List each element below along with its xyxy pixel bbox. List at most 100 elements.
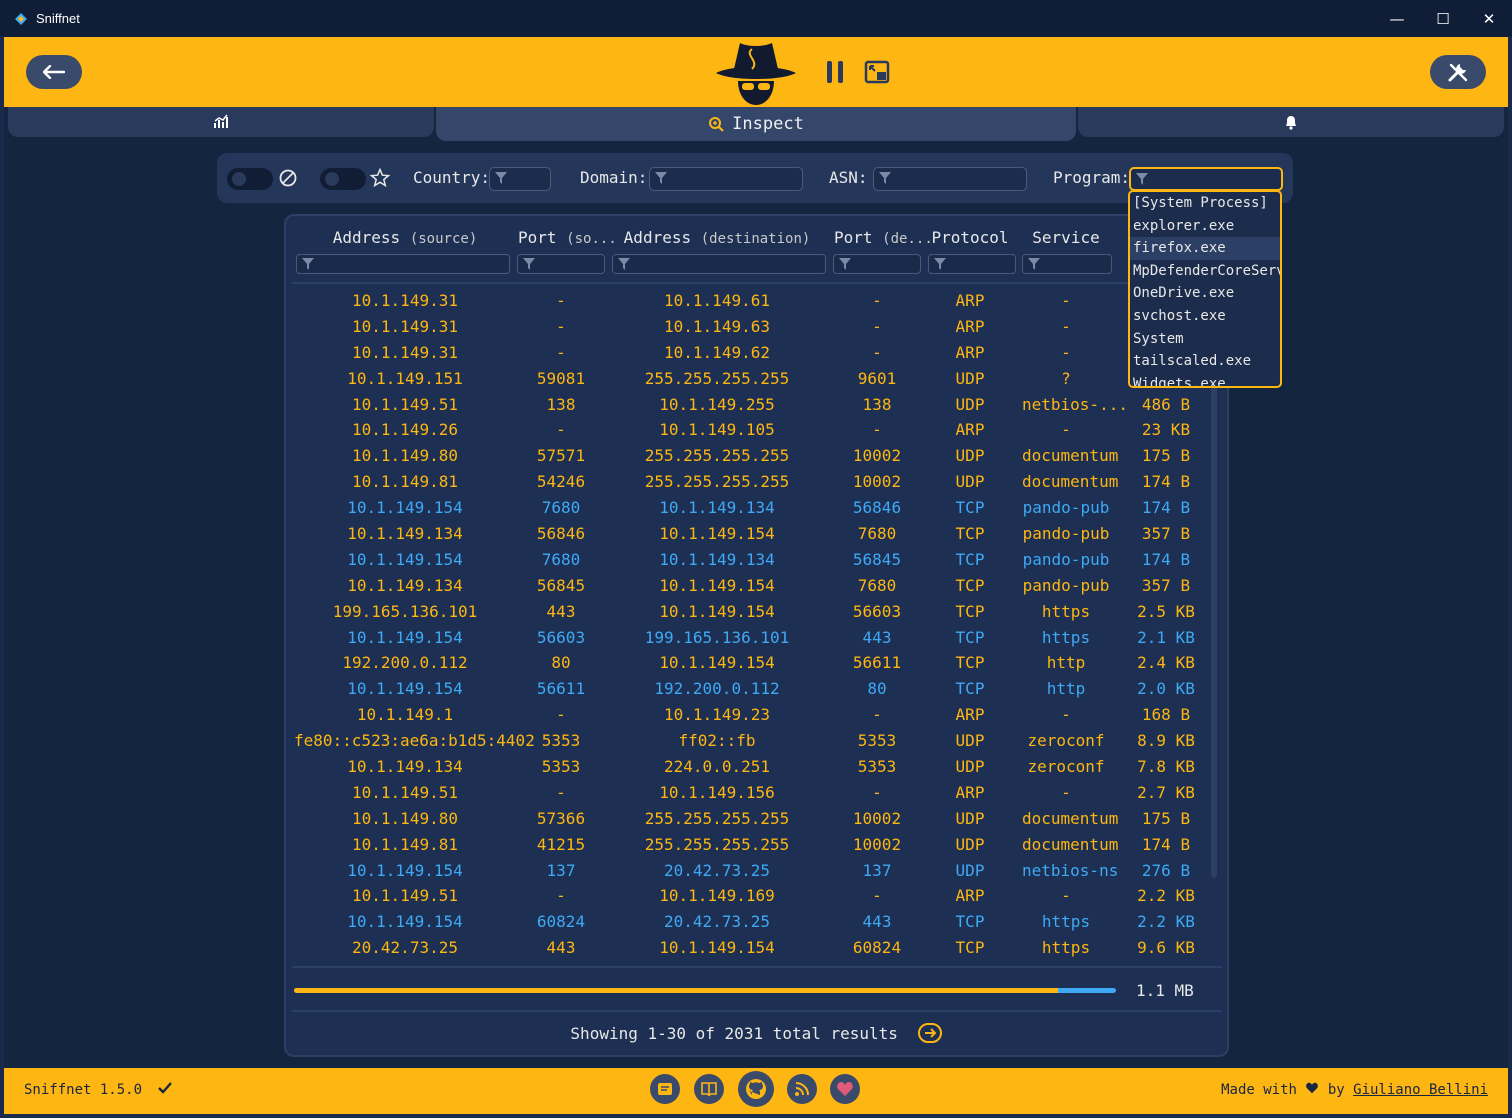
- destination-port-filter[interactable]: [833, 254, 921, 274]
- program-option[interactable]: [System Process]: [1130, 192, 1280, 215]
- table-row[interactable]: 10.1.149.31 - 10.1.149.63 - ARP -: [286, 314, 1226, 340]
- asn-filter-input[interactable]: [873, 167, 1027, 191]
- pause-icon[interactable]: [822, 59, 848, 85]
- source-address-filter[interactable]: [296, 254, 510, 274]
- country-filter-input[interactable]: [489, 167, 551, 191]
- window-title: Sniffnet: [36, 11, 80, 26]
- column-header-service[interactable]: Service: [1022, 228, 1110, 247]
- destination-address-filter[interactable]: [612, 254, 826, 274]
- program-label: Program:: [1053, 168, 1131, 187]
- sponsor-heart-icon[interactable]: [830, 1074, 860, 1104]
- wiki-icon[interactable]: [694, 1074, 724, 1104]
- cell-data-size: 23 KB: [1141, 420, 1191, 440]
- next-page-button[interactable]: [917, 1022, 942, 1043]
- cell-service: pando-pub: [1022, 575, 1110, 595]
- table-row[interactable]: 10.1.149.1 - 10.1.149.23 - ARP - 168 B: [286, 702, 1226, 728]
- cell-source-address: 10.1.149.81: [352, 834, 458, 854]
- magnifier-icon: [709, 117, 724, 132]
- table-row[interactable]: 10.1.149.154 7680 10.1.149.134 56845 TCP pand…: [286, 547, 1226, 573]
- table-row[interactable]: 10.1.149.134 5353 224.0.0.251 5353 UDP zeroco…: [286, 754, 1226, 780]
- source-port-filter[interactable]: [517, 254, 605, 274]
- table-row[interactable]: 192.200.0.112 80 10.1.149.154 56611 TCP http 2…: [286, 650, 1226, 676]
- github-icon[interactable]: [738, 1071, 774, 1107]
- program-option[interactable]: firefox.exe: [1130, 237, 1280, 260]
- minimize-button[interactable]: —: [1374, 0, 1420, 37]
- program-option[interactable]: OneDrive.exe: [1130, 282, 1280, 305]
- cell-source-address: 10.1.149.31: [352, 342, 458, 362]
- cell-protocol: ARP: [955, 342, 985, 362]
- cell-service: https: [1041, 601, 1091, 621]
- cell-protocol: ARP: [955, 886, 985, 906]
- table-row[interactable]: 10.1.149.154 7680 10.1.149.134 56846 TCP pand…: [286, 495, 1226, 521]
- maximize-button[interactable]: ☐: [1420, 0, 1466, 37]
- table-row[interactable]: 10.1.149.51 138 10.1.149.255 138 UDP netbios-…: [286, 392, 1226, 418]
- tab-overview[interactable]: [8, 107, 434, 137]
- funnel-icon: [839, 258, 851, 270]
- cell-source-address: 10.1.149.154: [347, 679, 463, 699]
- tab-inspect[interactable]: Inspect: [436, 107, 1076, 141]
- program-option[interactable]: svchost.exe: [1130, 305, 1280, 328]
- news-icon[interactable]: [650, 1074, 680, 1104]
- table-row[interactable]: 199.165.136.101 443 10.1.149.154 56603 TCP ht…: [286, 599, 1226, 625]
- table-row[interactable]: 10.1.149.81 54246 255.255.255.255 10002 UDP d…: [286, 469, 1226, 495]
- column-header-destination-port[interactable]: Port (de...: [834, 228, 933, 247]
- table-row[interactable]: 10.1.149.154 137 20.42.73.25 137 UDP netbios-…: [286, 858, 1226, 884]
- table-row[interactable]: 10.1.149.51 - 10.1.149.169 - ARP - 2.2 KB: [286, 883, 1226, 909]
- table-row[interactable]: 10.1.149.51 - 10.1.149.156 - ARP - 2.7 KB: [286, 780, 1226, 806]
- program-option[interactable]: explorer.exe: [1130, 215, 1280, 238]
- cell-data-size: 175 B: [1141, 446, 1191, 466]
- cell-service: pando-pub: [1022, 498, 1110, 518]
- rss-icon[interactable]: [787, 1074, 817, 1104]
- back-button[interactable]: [26, 55, 82, 89]
- domain-filter-input[interactable]: [649, 167, 803, 191]
- thumbnail-icon[interactable]: [864, 59, 890, 85]
- table-row[interactable]: 10.1.149.31 - 10.1.149.62 - ARP -: [286, 340, 1226, 366]
- table-row[interactable]: 10.1.149.151 59081 255.255.255.255 9601 UDP?: [286, 366, 1226, 392]
- program-option[interactable]: Widgets.exe: [1130, 373, 1280, 386]
- column-header-source-address[interactable]: Address (source): [294, 228, 516, 247]
- column-header-source-port[interactable]: Port (so...: [518, 228, 617, 247]
- cell-destination-port: -: [872, 291, 882, 310]
- table-row[interactable]: 10.1.149.134 56846 10.1.149.154 7680 TCP pand…: [286, 521, 1226, 547]
- table-row[interactable]: 10.1.149.26 - 10.1.149.105 - ARP - 23 KB: [286, 417, 1226, 443]
- table-row[interactable]: fe80::c523:ae6a:b1d5:4402 5353 ff02::fb 535…: [286, 728, 1226, 754]
- table-row[interactable]: 10.1.149.31 - 10.1.149.61 - ARP -: [286, 288, 1226, 314]
- column-header-protocol[interactable]: Protocol: [928, 228, 1012, 247]
- blacklist-toggle[interactable]: [227, 168, 273, 190]
- cell-protocol: UDP: [955, 731, 985, 751]
- author-link[interactable]: Giuliano Bellini: [1353, 1082, 1488, 1098]
- cell-source-port: 54246: [536, 472, 586, 492]
- cell-protocol: TCP: [955, 627, 985, 647]
- table-row[interactable]: 20.42.73.25 443 10.1.149.154 60824 TCP https 9…: [286, 935, 1226, 961]
- cell-service: documentum: [1022, 472, 1119, 492]
- favorites-toggle[interactable]: [320, 168, 366, 190]
- protocol-filter[interactable]: [928, 254, 1016, 274]
- close-button[interactable]: ✕: [1466, 0, 1512, 37]
- cell-source-address: 10.1.149.154: [347, 912, 463, 932]
- table-row[interactable]: 10.1.149.154 56611 192.200.0.112 80 TCP http 2…: [286, 676, 1226, 702]
- settings-button[interactable]: [1430, 55, 1486, 89]
- tab-notifications[interactable]: [1078, 107, 1504, 137]
- cell-source-address: 10.1.149.1: [356, 705, 454, 725]
- program-option[interactable]: MpDefenderCoreService: [1130, 260, 1280, 283]
- version-info: Sniffnet 1.5.0: [24, 1082, 173, 1098]
- cell-data-size: 175 B: [1141, 808, 1191, 828]
- cell-data-size: 174 B: [1141, 472, 1191, 492]
- table-row[interactable]: 10.1.149.81 41215 255.255.255.255 10002 UDP d…: [286, 832, 1226, 858]
- program-option[interactable]: tailscaled.exe: [1130, 350, 1280, 373]
- column-header-destination-address[interactable]: Address (destination): [612, 228, 822, 247]
- table-row[interactable]: 10.1.149.80 57571 255.255.255.255 10002 UDP d…: [286, 443, 1226, 469]
- cell-protocol: UDP: [955, 757, 985, 777]
- table-row[interactable]: 10.1.149.134 56845 10.1.149.154 7680 TCP pand…: [286, 573, 1226, 599]
- cell-destination-address: ff02::fb: [678, 731, 756, 751]
- program-dropdown[interactable]: [System Process] explorer.exe firefox.exe M…: [1128, 190, 1282, 388]
- table-row[interactable]: 10.1.149.80 57366 255.255.255.255 10002 UDP d…: [286, 806, 1226, 832]
- funnel-icon: [618, 258, 630, 270]
- program-option[interactable]: System: [1130, 328, 1280, 351]
- program-filter-input[interactable]: [1129, 167, 1283, 191]
- table-row[interactable]: 10.1.149.154 60824 20.42.73.25 443 TCP https 2…: [286, 909, 1226, 935]
- wrench-icon: [1448, 63, 1468, 82]
- cell-source-port: 57571: [536, 446, 586, 466]
- service-filter[interactable]: [1022, 254, 1112, 274]
- table-row[interactable]: 10.1.149.154 56603 199.165.136.101 443 TCP ht…: [286, 625, 1226, 651]
